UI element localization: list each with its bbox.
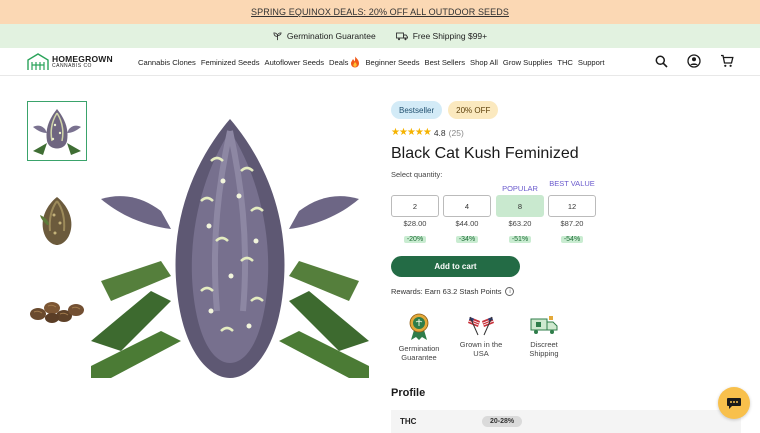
chat-icon <box>727 398 741 409</box>
rating-count[interactable]: (25) <box>449 128 464 138</box>
brand-logo[interactable]: HOMEGROWN CANNABIS CO <box>27 52 113 72</box>
flags-icon <box>468 316 494 336</box>
nav-item-support[interactable]: Support <box>578 58 605 67</box>
nav-item-beginner-seeds[interactable]: Beginner Seeds <box>365 58 419 67</box>
quantity-discount: -54% <box>548 228 596 246</box>
profile-heading: Profile <box>391 387 426 399</box>
thumbnail-seeds[interactable] <box>27 281 87 341</box>
star-rating-icon: ★★★★★ <box>391 127 432 138</box>
fire-icon <box>351 56 360 68</box>
cannabis-bud-thumbnail <box>40 197 72 245</box>
quantity-tag: POPULAR <box>502 184 538 193</box>
quantity-price: $63.20 <box>508 219 532 228</box>
rating-value: 4.8 <box>433 127 446 138</box>
sprout-icon <box>273 31 282 40</box>
thumbnail-plant[interactable] <box>27 101 87 161</box>
promo-banner[interactable]: SPRING EQUINOX DEALS: 20% OFF ALL OUTDOO… <box>0 0 760 24</box>
cannabis-plant-thumbnail <box>33 109 81 155</box>
product-rating[interactable]: ★★★★★ 4.8 (25) <box>391 127 760 138</box>
nav-menu: Cannabis Clones Feminized Seeds Autoflow… <box>138 48 605 76</box>
feature-label: Free Shipping $99+ <box>412 31 488 41</box>
quantity-option-8[interactable]: 8 <box>496 195 544 217</box>
quantity-option-2[interactable]: 2 <box>391 195 439 217</box>
feature-germination: Germination Guarantee <box>273 31 376 41</box>
add-to-cart-button[interactable]: Add to cart <box>391 256 520 277</box>
discount-pill: -34% <box>455 236 479 243</box>
nav-item-feminized-seeds[interactable]: Feminized Seeds <box>201 58 260 67</box>
quantity-price: $28.00 <box>403 219 427 228</box>
nav-item-autoflower-seeds[interactable]: Autoflower Seeds <box>265 58 325 67</box>
nav-item-deals[interactable]: Deals <box>329 56 360 68</box>
quantity-price: $87.20 <box>560 219 584 228</box>
product-title: Black Cat Kush Feminized <box>391 145 579 162</box>
account-icon[interactable] <box>687 54 701 68</box>
quantity-tag: BEST VALUE <box>549 179 595 188</box>
rewards-text: Rewards: Earn 63.2 Stash Points <box>391 287 502 296</box>
nav-item-shop-all[interactable]: Shop All <box>470 58 498 67</box>
main-product-image[interactable] <box>91 101 369 378</box>
delivery-truck-icon <box>530 316 558 334</box>
chat-button[interactable] <box>718 387 750 419</box>
info-icon[interactable]: i <box>505 287 515 296</box>
rewards-info: Rewards: Earn 63.2 Stash Points i <box>391 287 760 296</box>
nav-item-cannabis-clones[interactable]: Cannabis Clones <box>138 58 196 67</box>
profile-row-thc: THC 20-28% <box>391 410 741 433</box>
feature-strip: Germination Guarantee Free Shipping $99+ <box>0 24 760 48</box>
trust-label: Grown in the USA <box>459 340 503 358</box>
discount-badge: 20% OFF <box>448 101 499 119</box>
quantity-option-12[interactable]: 12 <box>548 195 596 217</box>
discount-pill: -51% <box>508 236 532 243</box>
feature-shipping: Free Shipping $99+ <box>395 31 488 41</box>
trust-usa: Grown in the USA <box>453 313 509 358</box>
search-icon[interactable] <box>655 55 668 68</box>
thumbnail-gallery <box>27 101 87 371</box>
logo-subtitle: CANNABIS CO <box>52 62 92 69</box>
quantity-option-4[interactable]: 4 <box>443 195 491 217</box>
main-nav: HOMEGROWN CANNABIS CO Cannabis Clones Fe… <box>0 48 760 76</box>
nav-item-thc[interactable]: THC <box>557 58 573 67</box>
trust-label: Germination Guarantee <box>398 344 440 362</box>
quantity-price: $44.00 <box>455 219 479 228</box>
discount-pill: -20% <box>403 236 427 243</box>
cart-icon[interactable] <box>720 54 734 68</box>
nav-item-label: Deals <box>329 57 349 67</box>
trust-label: Discreet Shipping <box>529 340 559 358</box>
cannabis-plant-image <box>91 119 369 378</box>
nav-actions <box>655 54 734 68</box>
award-ribbon-icon <box>409 313 429 340</box>
trust-germination: Germination Guarantee <box>391 313 447 362</box>
promo-text[interactable]: SPRING EQUINOX DEALS: 20% OFF ALL OUTDOO… <box>251 7 509 17</box>
profile-key: THC <box>400 417 417 426</box>
product-badges: Bestseller 20% OFF <box>391 101 760 119</box>
quantity-discount: -51% <box>496 228 544 246</box>
truck-icon <box>395 32 408 40</box>
quantity-discount: -20% <box>391 228 439 246</box>
quantity-options: 2 $28.00 -20% 4 $44.00 -34% POPULAR 8 $6… <box>391 180 760 246</box>
bestseller-badge: Bestseller <box>391 101 443 119</box>
thumbnail-bud[interactable] <box>27 191 87 251</box>
greenhouse-logo-icon <box>27 53 49 70</box>
nav-item-grow-supplies[interactable]: Grow Supplies <box>503 58 552 67</box>
product-details: Bestseller 20% OFF ★★★★★ 4.8 (25) Black … <box>391 101 760 375</box>
cannabis-seeds-thumbnail <box>30 302 84 323</box>
trust-badges: Germination Guarantee Grown in the USA D… <box>391 313 760 375</box>
trust-shipping: Discreet Shipping <box>516 313 572 358</box>
nav-item-best-sellers[interactable]: Best Sellers <box>425 58 466 67</box>
discount-pill: -54% <box>560 236 584 243</box>
quantity-discount: -34% <box>443 228 491 246</box>
select-quantity-label: Select quantity: <box>391 170 443 179</box>
profile-value: 20-28% <box>482 416 523 427</box>
feature-label: Germination Guarantee <box>286 31 376 41</box>
